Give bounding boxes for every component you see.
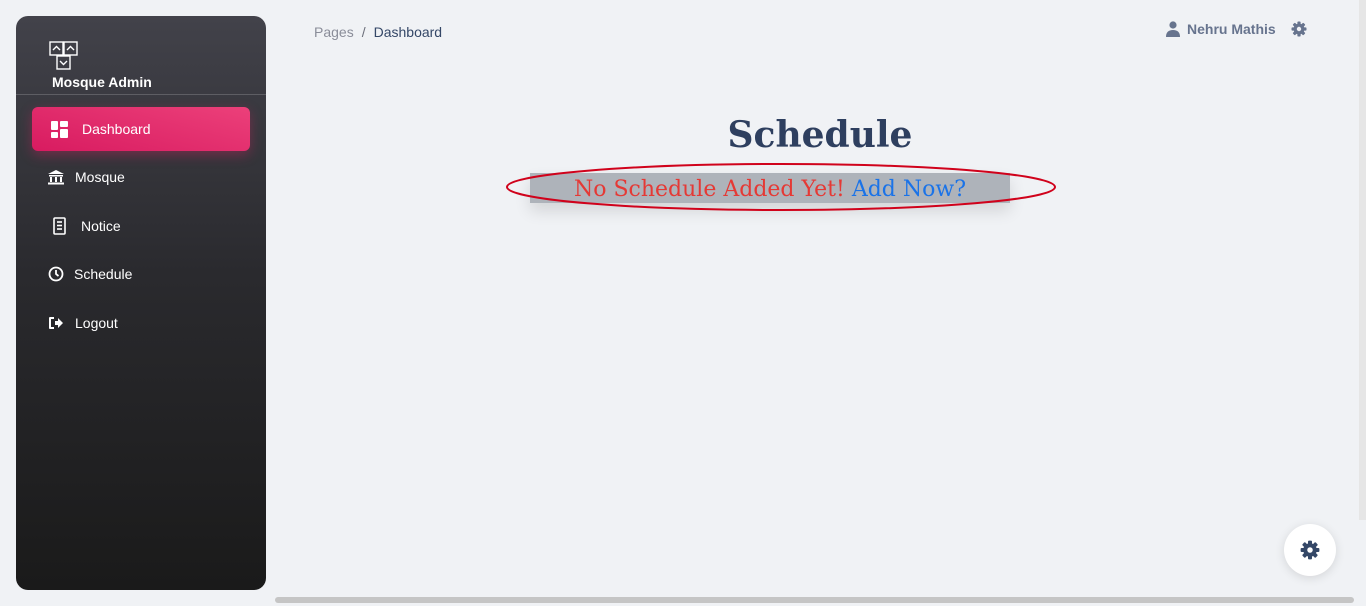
user-icon <box>1166 21 1180 37</box>
breadcrumb-current: Dashboard <box>373 24 443 40</box>
empty-message-text: No Schedule Added Yet! <box>573 176 845 202</box>
sidebar-item-logout[interactable]: Logout <box>32 301 250 345</box>
horizontal-scrollbar[interactable] <box>275 597 1354 603</box>
sidebar: Mosque Admin Dashboard Mosque Notice Sch… <box>16 16 266 590</box>
vertical-scrollbar[interactable] <box>1359 0 1366 520</box>
logout-icon <box>47 314 65 332</box>
gear-icon <box>1300 540 1320 560</box>
sidebar-divider <box>16 94 266 95</box>
breadcrumb: Pages / Dashboard <box>314 24 442 40</box>
notice-icon <box>50 217 68 235</box>
brand-name: Mosque Admin <box>52 74 152 90</box>
sidebar-item-label: Schedule <box>74 266 133 282</box>
sidebar-item-label: Logout <box>75 315 118 331</box>
empty-state-message: No Schedule Added Yet! Add Now? <box>530 173 1010 205</box>
sidebar-item-label: Notice <box>81 218 121 234</box>
sidebar-item-label: Mosque <box>75 169 125 185</box>
brand[interactable]: Mosque Admin <box>16 16 266 95</box>
sidebar-item-notice[interactable]: Notice <box>32 204 250 248</box>
sidebar-item-label: Dashboard <box>82 121 151 137</box>
sidebar-item-schedule[interactable]: Schedule <box>32 252 250 296</box>
configurator-button[interactable] <box>1284 524 1336 576</box>
user-menu: Nehru Mathis <box>1166 21 1307 37</box>
breadcrumb-separator: / <box>361 24 366 40</box>
sidebar-item-mosque[interactable]: Mosque <box>32 155 250 199</box>
logo-icon <box>49 41 78 70</box>
user-name[interactable]: Nehru Mathis <box>1187 21 1276 37</box>
breadcrumb-parent[interactable]: Pages <box>314 24 354 40</box>
clock-icon <box>47 265 65 283</box>
app-page: Mosque Admin Dashboard Mosque Notice Sch… <box>0 0 1366 606</box>
sidebar-item-dashboard[interactable]: Dashboard <box>32 107 250 151</box>
add-now-link[interactable]: Add Now? <box>852 177 966 202</box>
page-title: Schedule <box>727 114 913 156</box>
mosque-icon <box>47 168 65 186</box>
dashboard-icon <box>50 120 68 138</box>
settings-gear-icon[interactable] <box>1291 21 1307 37</box>
